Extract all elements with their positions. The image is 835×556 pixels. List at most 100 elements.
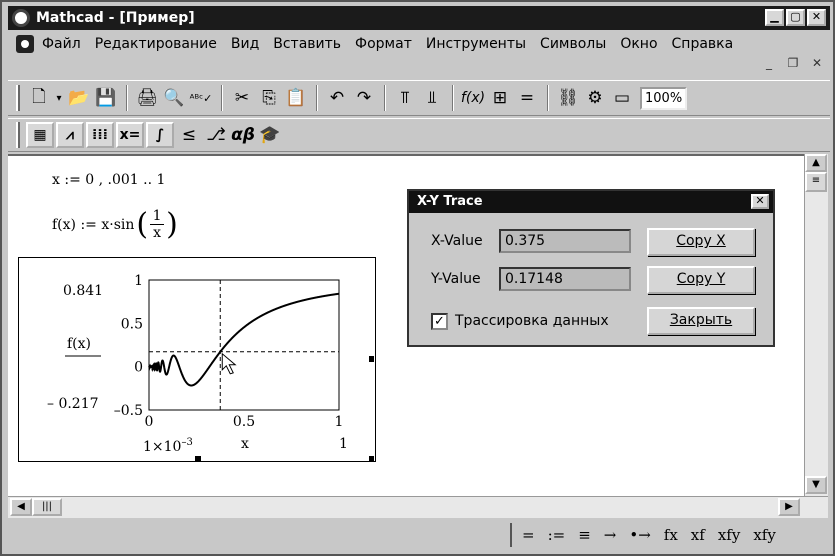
window-icon[interactable]: ▭ — [609, 85, 635, 111]
calculator-palette-icon[interactable]: ▦ — [26, 122, 54, 148]
new-document-icon[interactable]: 🗋 — [26, 85, 52, 111]
copy-x-button[interactable]: Copy X — [647, 228, 755, 256]
mathcad-app-icon[interactable] — [12, 9, 30, 27]
op-symbolic-eval[interactable]: → — [604, 526, 617, 544]
menu-view[interactable]: Вид — [231, 36, 259, 52]
programming-palette-icon[interactable]: ⎇ — [203, 122, 229, 148]
y-top-limit[interactable]: 0.841 — [63, 283, 103, 299]
x-right-limit[interactable]: 1 — [339, 436, 348, 452]
x-tick-label: 0 — [145, 414, 154, 430]
trace-title-bar: X-Y Trace ✕ — [409, 191, 773, 213]
scroll-thumb[interactable]: ≡ — [805, 172, 827, 192]
close-trace-button[interactable]: Закрыть — [647, 307, 755, 335]
document-window-controls: _ ❐ ✕ — [759, 56, 827, 73]
open-folder-icon[interactable]: 📂 — [66, 85, 92, 111]
evaluation-palette-icon[interactable]: x= — [116, 122, 144, 148]
resources-icon[interactable]: ⚙ — [582, 85, 608, 111]
minimize-button[interactable]: ▁ — [765, 9, 784, 26]
xy-plot-region[interactable]: 1 0.5 0 –0.5 0 0.5 1 0.841 – 0.217 f(x) 1×10–… — [18, 257, 376, 462]
greek-palette-icon[interactable]: αβ — [230, 122, 256, 148]
scroll-up-arrow-icon[interactable]: ▲ — [805, 154, 827, 172]
function-lhs: f(x) := x·sin — [52, 216, 135, 233]
op-define[interactable]: := — [548, 526, 566, 544]
align-down-icon[interactable]: ⫫ — [419, 85, 445, 111]
spell-check-icon[interactable]: ᴬᴮᶜ✓ — [188, 85, 214, 111]
align-across-icon[interactable]: ⫪ — [392, 85, 418, 111]
undo-icon[interactable]: ↶ — [324, 85, 350, 111]
copy-y-button[interactable]: Copy Y — [647, 266, 755, 294]
trace-close-icon[interactable]: ✕ — [751, 194, 769, 209]
horizontal-scrollbar[interactable]: ◀ ||| ▶ — [8, 496, 828, 518]
copy-icon[interactable]: ⎘ — [256, 85, 282, 111]
x-axis-label[interactable]: x — [241, 436, 249, 452]
op-infix[interactable]: xfy — [718, 526, 741, 544]
trace-data-checkbox[interactable]: ✓ — [431, 313, 448, 330]
resize-handle-corner[interactable] — [369, 456, 374, 461]
doc-restore-button[interactable]: ❐ — [783, 56, 803, 73]
menu-symbolics[interactable]: Символы — [540, 36, 606, 52]
menu-edit[interactable]: Редактирование — [95, 36, 217, 52]
toolbar-separator — [126, 85, 128, 111]
xy-plot[interactable]: 10.50–0.5 0 0.5 1 0.841 – 0.217 f(x) 1×10–… — [19, 258, 375, 461]
zoom-select[interactable]: 100% — [640, 86, 688, 110]
toolbar-separator — [547, 85, 549, 111]
op-postfix[interactable]: xf — [691, 526, 705, 544]
graph-palette-icon[interactable]: ⩘ — [56, 122, 84, 148]
calculate-icon[interactable]: = — [514, 85, 540, 111]
x-tick-label: 1 — [335, 414, 344, 430]
menu-window[interactable]: Окно — [620, 36, 657, 52]
y-value-label: Y-Value — [431, 271, 481, 287]
menu-help[interactable]: Справка — [672, 36, 734, 52]
save-icon[interactable]: 💾 — [93, 85, 119, 111]
vertical-scrollbar[interactable]: ▲ ≡ ▼ — [804, 154, 828, 496]
status-divider — [510, 523, 512, 547]
op-evaluate[interactable]: = — [522, 526, 535, 544]
function-definition[interactable]: f(x) := x·sin ( 1 x ) — [52, 208, 178, 241]
scroll-thumb-horizontal[interactable]: ||| — [32, 498, 62, 516]
menu-file[interactable]: Файл — [42, 36, 81, 52]
range-definition[interactable]: x := 0 , .001 .. 1 — [52, 172, 165, 188]
toolbar-grip[interactable] — [16, 85, 20, 111]
insert-unit-icon[interactable]: ⊞ — [487, 85, 513, 111]
dropdown-arrow-icon[interactable]: ▾ — [53, 85, 65, 111]
menu-insert[interactable]: Вставить — [273, 36, 341, 52]
calculus-palette-icon[interactable]: ∫ — [146, 122, 174, 148]
close-button[interactable]: ✕ — [807, 9, 826, 26]
toolbar-grip[interactable] — [16, 122, 20, 148]
y-value-field[interactable]: 0.17148 — [499, 267, 631, 291]
matrix-palette-icon[interactable]: ⁞⁞⁞ — [86, 122, 114, 148]
scroll-right-arrow-icon[interactable]: ▶ — [778, 498, 800, 516]
y-bottom-limit[interactable]: – 0.217 — [47, 396, 99, 412]
x-value-field[interactable]: 0.375 — [499, 229, 631, 253]
symbolic-palette-icon[interactable]: 🎓 — [257, 122, 283, 148]
component-icon[interactable]: ⛓ — [555, 85, 581, 111]
op-treefix[interactable]: xfy — [753, 526, 776, 544]
op-prefix[interactable]: fx — [664, 526, 678, 544]
insert-function-icon[interactable]: f(x) — [460, 85, 486, 111]
toolbar-separator — [384, 85, 386, 111]
x-left-limit[interactable]: 1×10–3 — [143, 437, 193, 455]
print-icon[interactable]: 🖨 — [134, 85, 160, 111]
y-axis-label[interactable]: f(x) — [67, 336, 91, 352]
op-symbolic-keyword[interactable]: •→ — [629, 526, 650, 544]
resize-handle-right[interactable] — [369, 356, 374, 362]
window-title: Mathcad - [Пример] — [36, 10, 195, 26]
scroll-down-arrow-icon[interactable]: ▼ — [805, 476, 827, 494]
fraction-denominator: x — [153, 225, 162, 241]
resize-handle-bottom[interactable] — [195, 456, 201, 461]
document-icon[interactable] — [16, 35, 34, 53]
doc-close-button[interactable]: ✕ — [807, 56, 827, 73]
doc-minimize-button[interactable]: _ — [759, 56, 779, 73]
right-paren: ) — [166, 206, 178, 242]
menu-format[interactable]: Формат — [355, 36, 412, 52]
menu-tools[interactable]: Инструменты — [426, 36, 526, 52]
maximize-button[interactable]: ▢ — [786, 9, 805, 26]
cut-icon[interactable]: ✂ — [229, 85, 255, 111]
print-preview-icon[interactable]: 🔍 — [161, 85, 187, 111]
boolean-palette-icon[interactable]: ≤ — [176, 122, 202, 148]
redo-icon[interactable]: ↷ — [351, 85, 377, 111]
paste-icon[interactable]: 📋 — [283, 85, 309, 111]
scroll-left-arrow-icon[interactable]: ◀ — [10, 498, 32, 516]
menu-bar: Файл Редактирование Вид Вставить Формат … — [8, 32, 830, 56]
op-global-define[interactable]: ≡ — [578, 526, 591, 544]
